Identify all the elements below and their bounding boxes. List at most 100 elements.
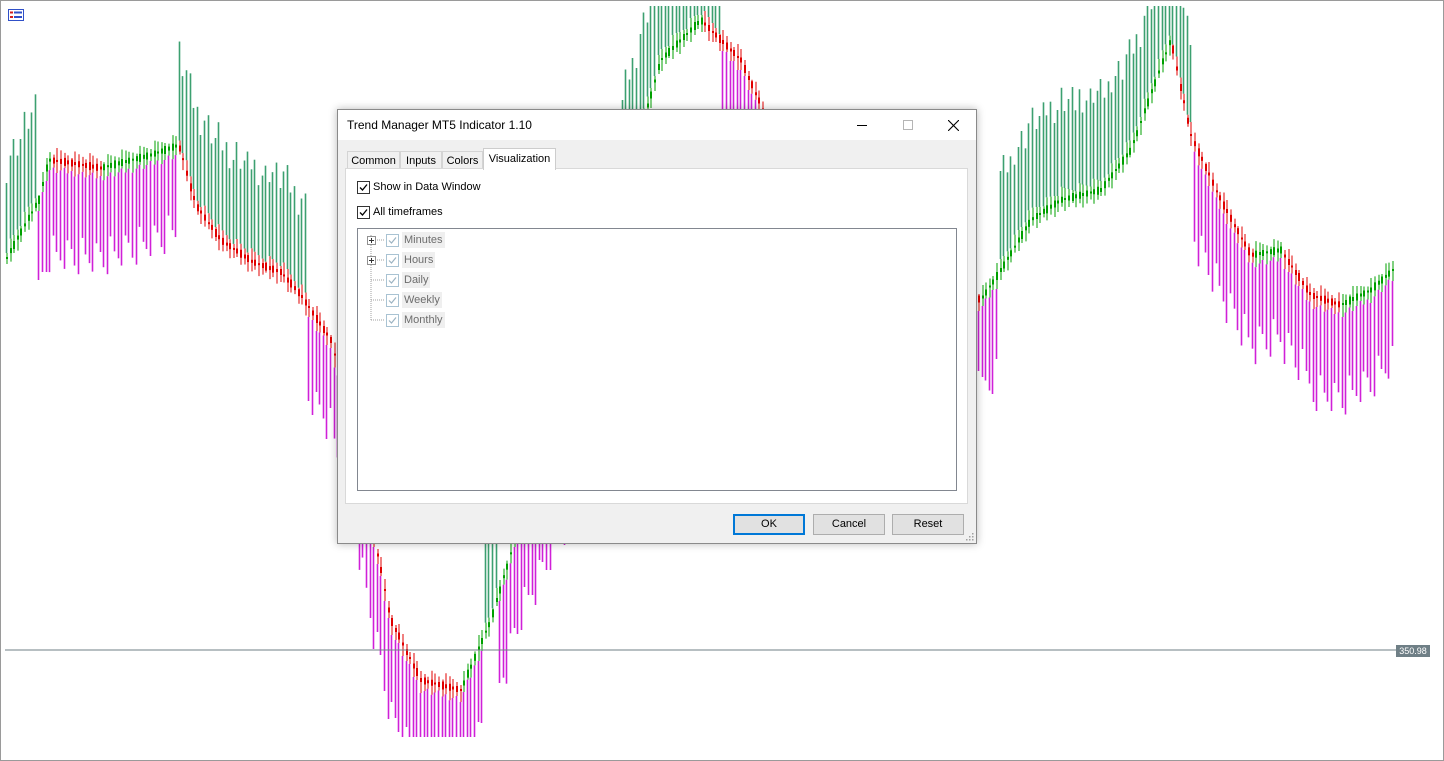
- candle-body: [78, 161, 80, 168]
- ok-button[interactable]: OK: [733, 514, 805, 535]
- candle: [78, 154, 80, 175]
- show-in-data-window-option[interactable]: Show in Data Window: [357, 179, 481, 195]
- candle-body: [290, 279, 292, 288]
- candle: [1046, 197, 1048, 221]
- candle-body: [1237, 228, 1239, 235]
- daily-checkbox[interactable]: [386, 274, 399, 287]
- candle-body: [154, 150, 156, 157]
- candle-body: [650, 91, 652, 99]
- tree-item-monthly[interactable]: Monthly: [358, 311, 558, 329]
- candle: [1378, 274, 1380, 290]
- candle: [1226, 200, 1228, 224]
- candle-body: [118, 161, 120, 166]
- candle-body: [1244, 241, 1246, 247]
- candle: [1061, 186, 1063, 207]
- candle-body: [1226, 209, 1228, 213]
- reset-button[interactable]: Reset: [892, 514, 964, 535]
- candle-body: [1367, 290, 1369, 293]
- weekly-checkbox[interactable]: [386, 294, 399, 307]
- candle-body: [1388, 270, 1390, 277]
- candle-body: [1266, 251, 1268, 254]
- candle-body: [204, 214, 206, 221]
- candle-body: [992, 279, 994, 285]
- timeframes-tree[interactable]: Minutes Hours Daily Weekly Monthly: [357, 228, 957, 491]
- candle: [978, 294, 980, 311]
- tab-common[interactable]: Common: [347, 151, 400, 169]
- minimize-button[interactable]: [839, 110, 885, 140]
- candle-body: [409, 657, 411, 659]
- expand-icon[interactable]: [367, 256, 376, 265]
- tree-item-hours[interactable]: Hours: [358, 251, 558, 269]
- candle-body: [1158, 70, 1160, 74]
- candle: [229, 239, 231, 259]
- candle-body: [1280, 246, 1282, 254]
- candle: [1082, 184, 1084, 208]
- hours-checkbox[interactable]: [386, 254, 399, 267]
- show-in-data-window-label: Show in Data Window: [373, 181, 481, 193]
- candle: [1180, 77, 1182, 100]
- cancel-button[interactable]: Cancel: [813, 514, 885, 535]
- all-timeframes-checkbox[interactable]: [357, 205, 370, 219]
- candle-body: [258, 263, 260, 266]
- candle-body: [197, 204, 199, 212]
- candle: [89, 153, 91, 176]
- candle: [503, 568, 505, 585]
- candle-body: [647, 103, 649, 108]
- candle: [49, 152, 51, 171]
- candle-body: [10, 248, 12, 254]
- candle-body: [431, 679, 433, 686]
- candle-body: [1194, 141, 1196, 147]
- candle: [1244, 234, 1246, 250]
- tab-colors[interactable]: Colors: [442, 151, 483, 169]
- checkmark-icon: [388, 237, 397, 244]
- candle-body: [391, 618, 393, 626]
- tab-inputs[interactable]: Inputs: [400, 151, 442, 169]
- candle: [445, 673, 447, 695]
- candle-body: [1162, 58, 1164, 65]
- maximize-button[interactable]: [885, 110, 931, 140]
- candle: [38, 195, 40, 211]
- candle: [71, 158, 73, 172]
- candle: [1248, 243, 1250, 263]
- indicator-properties-dialog: Trend Manager MT5 Indicator 1.10 Common …: [337, 109, 977, 544]
- candle-body: [1216, 190, 1218, 193]
- candle-body: [982, 295, 984, 299]
- object-list-icon[interactable]: [8, 9, 24, 21]
- candle-body: [658, 64, 660, 70]
- candle-body: [701, 17, 703, 25]
- candle-body: [308, 306, 310, 308]
- dialog-titlebar[interactable]: Trend Manager MT5 Indicator 1.10: [338, 110, 976, 140]
- candle: [650, 88, 652, 108]
- close-button[interactable]: [930, 110, 976, 140]
- candle-body: [301, 295, 303, 298]
- minutes-checkbox[interactable]: [386, 234, 399, 247]
- expand-icon[interactable]: [367, 236, 376, 245]
- candle: [456, 682, 458, 696]
- monthly-checkbox[interactable]: [386, 314, 399, 327]
- show-in-data-window-checkbox[interactable]: [357, 180, 370, 194]
- tree-item-daily[interactable]: Daily: [358, 271, 558, 289]
- tree-item-weekly[interactable]: Weekly: [358, 291, 558, 309]
- candle: [56, 147, 58, 173]
- resize-grip-icon[interactable]: [965, 532, 974, 541]
- candle: [1219, 191, 1221, 209]
- candle: [398, 624, 400, 643]
- candle-body: [384, 589, 386, 591]
- candle: [719, 34, 721, 51]
- candle: [654, 76, 656, 91]
- tree-item-minutes[interactable]: Minutes: [358, 231, 558, 249]
- candle-body: [164, 146, 166, 154]
- tab-visualization[interactable]: Visualization: [483, 148, 556, 170]
- candle: [1198, 143, 1200, 166]
- candle-body: [157, 151, 159, 154]
- candle-body: [1306, 285, 1308, 293]
- checkmark-icon: [359, 208, 368, 216]
- checkmark-icon: [388, 297, 397, 304]
- candle: [1205, 162, 1207, 175]
- candle-body: [46, 164, 48, 172]
- candle-body: [319, 321, 321, 326]
- candle-body: [679, 39, 681, 43]
- candle-body: [1003, 261, 1005, 269]
- candle: [1093, 178, 1095, 204]
- all-timeframes-option[interactable]: All timeframes: [357, 204, 443, 220]
